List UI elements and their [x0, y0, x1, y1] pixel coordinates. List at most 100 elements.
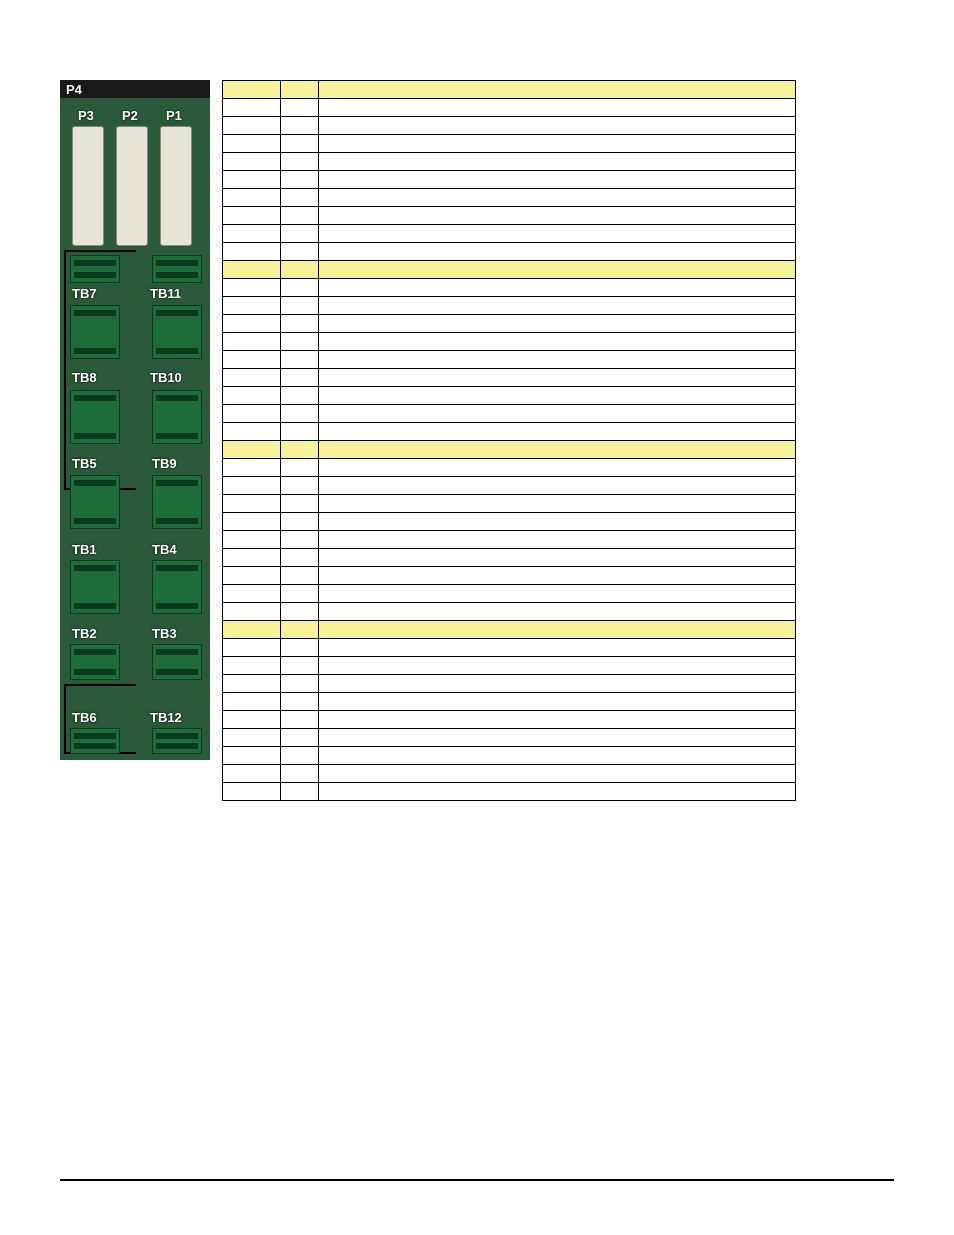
tb-block: [152, 305, 202, 359]
cell-pin: [281, 459, 319, 477]
cell-desc: [319, 297, 796, 315]
cell-pin: [281, 477, 319, 495]
cell-pin: [281, 153, 319, 171]
table-row: [223, 189, 796, 207]
cell-tb: [223, 729, 281, 747]
cell-desc: [319, 279, 796, 297]
cell-pin: [281, 585, 319, 603]
cell-pin: [281, 315, 319, 333]
table-row: [223, 747, 796, 765]
cell-desc: [319, 387, 796, 405]
cell-tb: [223, 225, 281, 243]
board-photo: P4 P3 P2 P1 TB7 TB8 TB5 TB11 TB10 TB9: [60, 80, 210, 760]
cell-pin: [281, 297, 319, 315]
cell-tb: [223, 153, 281, 171]
cell-tb: [223, 675, 281, 693]
table-row: [223, 531, 796, 549]
cell-pin: [281, 639, 319, 657]
cell-pin: [281, 711, 319, 729]
table-row: [223, 243, 796, 261]
table-row: [223, 405, 796, 423]
cell-desc: [319, 513, 796, 531]
cell-desc: [319, 639, 796, 657]
cell-desc: [319, 423, 796, 441]
table-row: [223, 315, 796, 333]
table-row: [223, 765, 796, 783]
cell-tb: [223, 297, 281, 315]
cell-pin: [281, 513, 319, 531]
page-footer: [60, 1179, 894, 1185]
tb-block: [152, 560, 202, 614]
cell-tb: [223, 405, 281, 423]
label-p2: P2: [122, 108, 138, 123]
table-section-header: [223, 621, 796, 639]
table-row: [223, 351, 796, 369]
label-tb1: TB1: [72, 542, 97, 557]
cell-desc: [319, 135, 796, 153]
label-p4: P4: [66, 82, 82, 97]
table-row: [223, 333, 796, 351]
table-row: [223, 207, 796, 225]
cell-pin: [281, 99, 319, 117]
cell-pin: [281, 369, 319, 387]
label-tb6: TB6: [72, 710, 97, 725]
cell-tb: [223, 495, 281, 513]
cell-desc: [319, 585, 796, 603]
cell-desc: [319, 189, 796, 207]
table-row: [223, 459, 796, 477]
cell-tb: [223, 207, 281, 225]
cell-header-desc: [319, 261, 796, 279]
tb-block: [70, 390, 120, 444]
table-row: [223, 297, 796, 315]
table-row: [223, 477, 796, 495]
table-row: [223, 387, 796, 405]
tb-block: [152, 390, 202, 444]
label-tb10: TB10: [150, 370, 182, 385]
cell-tb: [223, 639, 281, 657]
label-tb11: TB11: [150, 286, 181, 301]
cell-desc: [319, 243, 796, 261]
cell-tb: [223, 711, 281, 729]
cell-desc: [319, 729, 796, 747]
cell-header-pin: [281, 441, 319, 459]
tb-block: [70, 644, 120, 680]
content-row: P4 P3 P2 P1 TB7 TB8 TB5 TB11 TB10 TB9: [60, 80, 894, 801]
label-tb8: TB8: [72, 370, 97, 385]
cell-tb: [223, 351, 281, 369]
cell-tb: [223, 459, 281, 477]
cell-tb: [223, 117, 281, 135]
label-tb2: TB2: [72, 626, 97, 641]
cell-header-pin: [281, 261, 319, 279]
table-row: [223, 729, 796, 747]
table-row: [223, 675, 796, 693]
cell-header-pin: [281, 81, 319, 99]
cell-tb: [223, 531, 281, 549]
tb-block: [152, 475, 202, 529]
tb-block: [152, 644, 202, 680]
table-row: [223, 711, 796, 729]
cell-pin: [281, 657, 319, 675]
label-p1: P1: [166, 108, 182, 123]
cell-desc: [319, 333, 796, 351]
cell-pin: [281, 171, 319, 189]
cell-tb: [223, 513, 281, 531]
cell-pin: [281, 567, 319, 585]
table-row: [223, 369, 796, 387]
pin-table: [222, 80, 796, 801]
tb-block: [70, 475, 120, 529]
table-row: [223, 513, 796, 531]
table-row: [223, 783, 796, 801]
cell-desc: [319, 567, 796, 585]
cell-tb: [223, 387, 281, 405]
cell-desc: [319, 531, 796, 549]
cell-desc: [319, 459, 796, 477]
cell-pin: [281, 423, 319, 441]
cell-pin: [281, 603, 319, 621]
cell-pin: [281, 351, 319, 369]
table-row: [223, 603, 796, 621]
cell-desc: [319, 747, 796, 765]
cell-desc: [319, 657, 796, 675]
cell-tb: [223, 171, 281, 189]
cell-pin: [281, 225, 319, 243]
cell-tb: [223, 99, 281, 117]
